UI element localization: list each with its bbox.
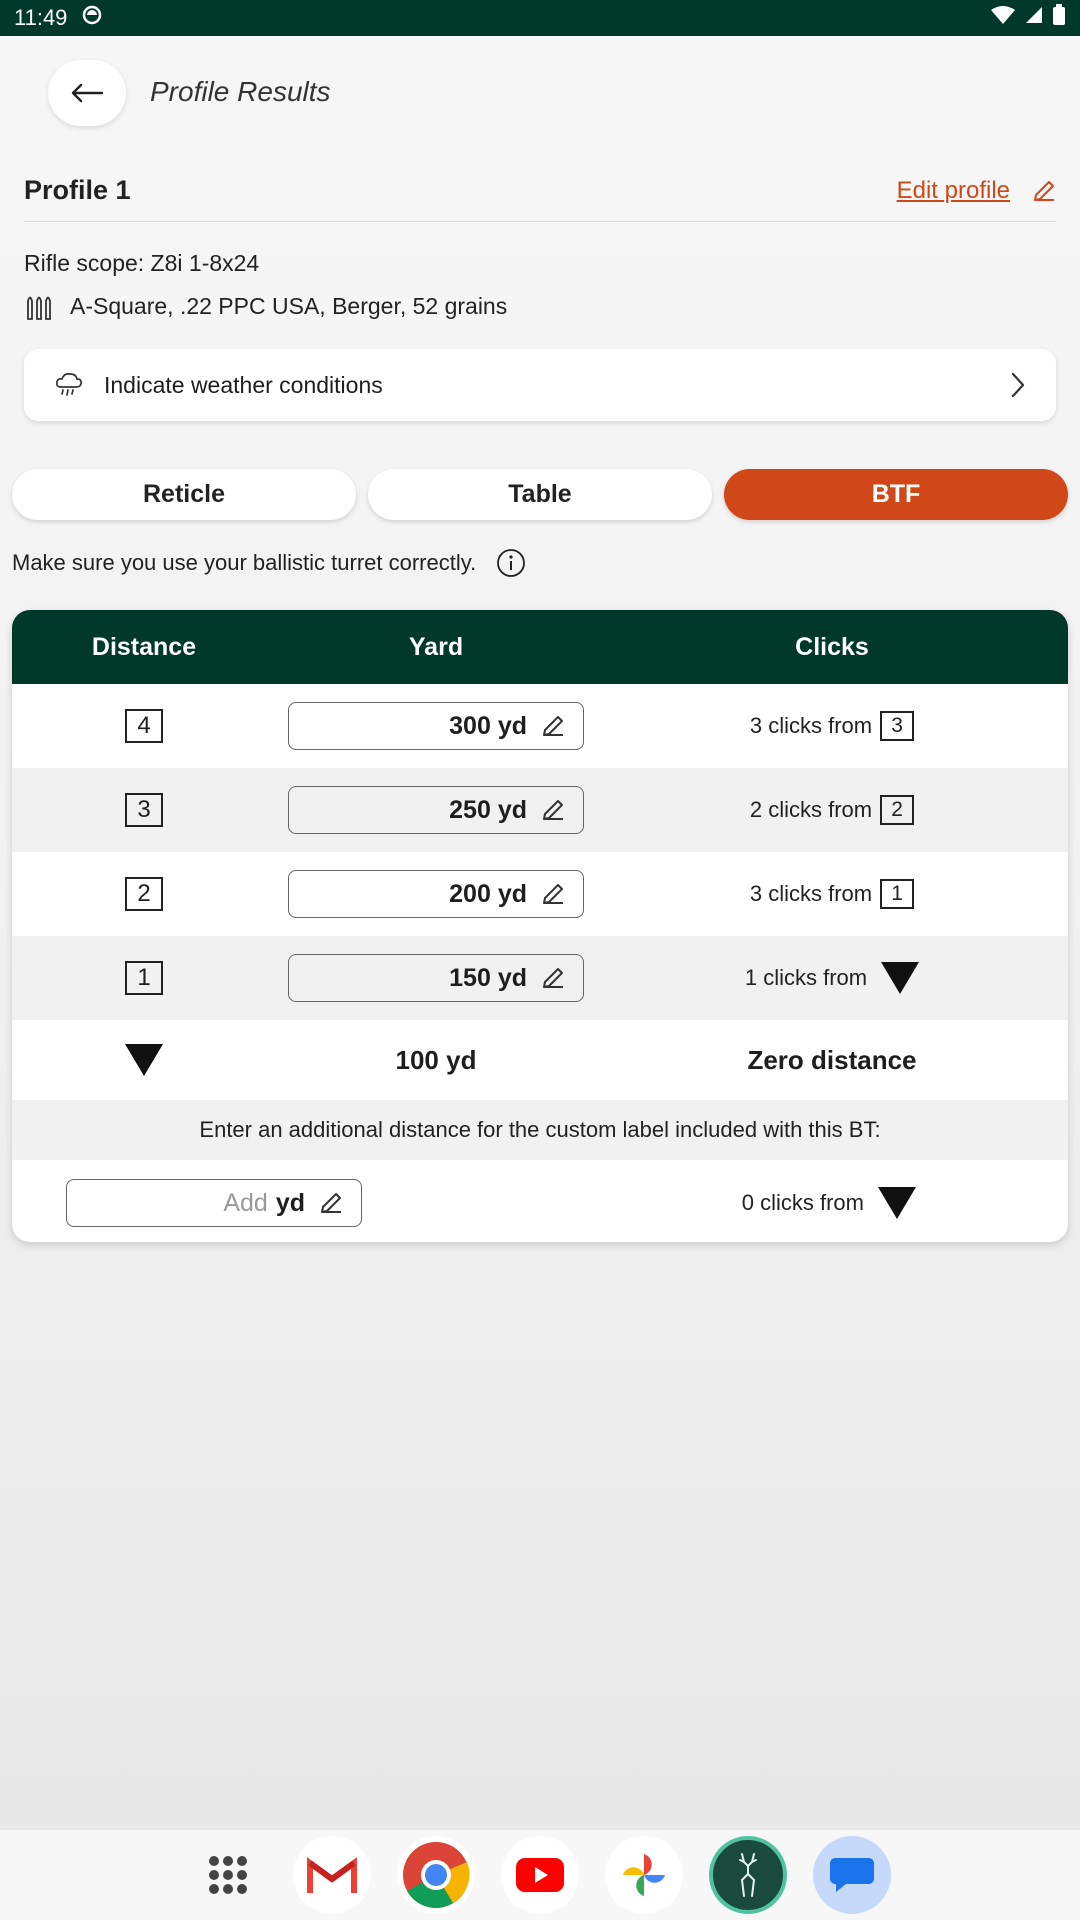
youtube-icon[interactable] <box>501 1836 579 1914</box>
zero-marker-icon <box>881 962 920 994</box>
messages-icon[interactable] <box>813 1836 891 1914</box>
yard-input[interactable]: 250 yd <box>288 786 584 834</box>
app-dock <box>0 1830 1080 1920</box>
battery-icon <box>1052 4 1066 32</box>
pencil-icon <box>543 968 563 988</box>
photos-icon[interactable] <box>605 1836 683 1914</box>
arrow-left-icon <box>71 83 104 103</box>
pencil-icon <box>543 884 563 904</box>
clicks-text: 3 clicks from <box>749 881 873 906</box>
profile-row: Profile 1 Edit profile <box>24 160 1056 222</box>
weather-label: Indicate weather conditions <box>104 371 383 398</box>
yard-value: 250 yd <box>449 795 527 824</box>
yard-input[interactable]: 300 yd <box>288 702 584 750</box>
table-row: 3 250 yd 2 clicks from 2 <box>12 768 1068 852</box>
yard-value: 300 yd <box>449 711 527 740</box>
pencil-icon <box>543 800 563 820</box>
turret-info-text: Make sure you use your ballistic turret … <box>12 550 477 575</box>
clicks-info: 2 clicks from 2 <box>749 795 915 825</box>
chevron-right-icon <box>1011 372 1025 398</box>
edit-profile-label: Edit profile <box>896 176 1010 204</box>
gmail-icon[interactable] <box>293 1836 371 1914</box>
zero-label: Zero distance <box>747 1044 917 1075</box>
zero-row: 100 yd Zero distance <box>12 1020 1068 1100</box>
header-yard: Yard <box>408 632 464 661</box>
back-button[interactable] <box>48 60 126 126</box>
pencil-icon <box>321 1193 341 1213</box>
ammo-info: A-Square, .22 PPC USA, Berger, 52 grains <box>24 292 507 320</box>
clicks-text: 1 clicks from <box>744 965 868 990</box>
header-clicks: Clicks <box>795 632 869 661</box>
chrome-icon[interactable] <box>397 1836 475 1914</box>
distance-marker: 2 <box>125 877 163 911</box>
custom-label-note: Enter an additional distance for the cus… <box>12 1100 1068 1160</box>
clicks-info: 1 clicks from <box>744 962 920 994</box>
deer-app-icon[interactable] <box>709 1836 787 1914</box>
page-title: Profile Results <box>150 76 331 107</box>
zero-yard: 100 yd <box>395 1044 477 1075</box>
add-unit: yd <box>275 1188 305 1217</box>
wifi-icon <box>990 5 1016 31</box>
edit-profile-link[interactable]: Edit profile <box>897 177 1056 205</box>
clicks-from-marker: 3 <box>880 711 915 741</box>
tab-reticle[interactable]: Reticle <box>12 469 356 520</box>
app-drawer-icon[interactable] <box>189 1836 267 1914</box>
distance-marker: 4 <box>125 709 163 743</box>
tab-btf[interactable]: BTF <box>724 469 1068 520</box>
add-clicks-text: 0 clicks from <box>741 1190 864 1215</box>
status-time: 11:49 <box>14 5 68 30</box>
zero-marker-icon <box>878 1187 916 1219</box>
yard-value: 150 yd <box>449 963 527 992</box>
status-bar: 11:49 <box>0 0 1080 36</box>
add-placeholder: Add <box>223 1188 268 1217</box>
clicks-info: 3 clicks from 3 <box>749 711 915 741</box>
btf-table: Distance Yard Clicks 4 300 yd 3 clicks f… <box>12 610 1068 1242</box>
ammo-text: A-Square, .22 PPC USA, Berger, 52 grains <box>70 292 508 319</box>
bullets-icon <box>27 296 51 320</box>
table-row: 2 200 yd 3 clicks from 1 <box>12 852 1068 936</box>
header: Profile Results <box>0 36 1080 148</box>
zero-marker-icon <box>125 1044 163 1076</box>
yard-value: 200 yd <box>449 879 527 908</box>
yard-input[interactable]: 150 yd <box>288 954 584 1002</box>
clicks-info: 3 clicks from 1 <box>749 879 915 909</box>
weather-conditions-card[interactable]: Indicate weather conditions <box>24 349 1056 421</box>
tab-table[interactable]: Table <box>368 469 712 520</box>
clicks-text: 2 clicks from <box>749 797 873 822</box>
add-distance-input[interactable]: Add yd <box>66 1179 362 1227</box>
signal-icon <box>1024 5 1044 31</box>
header-distance: Distance <box>91 632 197 661</box>
clicks-from-marker: 1 <box>880 879 915 909</box>
sync-icon <box>81 4 103 32</box>
rifle-scope-info: Rifle scope: Z8i 1-8x24 <box>24 250 260 276</box>
pencil-icon <box>1034 180 1054 201</box>
yard-input[interactable]: 200 yd <box>288 870 584 918</box>
distance-marker: 1 <box>125 961 163 995</box>
add-distance-row: Add yd 0 clicks from <box>12 1160 1068 1242</box>
distance-marker: 3 <box>125 793 163 827</box>
turret-info: Make sure you use your ballistic turret … <box>12 548 526 578</box>
pencil-icon <box>543 716 563 736</box>
add-clicks-info: 0 clicks from <box>742 1187 916 1219</box>
table-row: 1 150 yd 1 clicks from <box>12 936 1068 1020</box>
cloud-rain-icon <box>55 373 83 396</box>
clicks-text: 3 clicks from <box>749 713 873 738</box>
clicks-from-marker: 2 <box>880 795 915 825</box>
view-tabs: Reticle Table BTF <box>12 469 1068 520</box>
info-icon[interactable] <box>496 548 526 578</box>
table-header: Distance Yard Clicks <box>12 610 1068 684</box>
profile-name: Profile 1 <box>24 175 131 205</box>
table-row: 4 300 yd 3 clicks from 3 <box>12 684 1068 768</box>
